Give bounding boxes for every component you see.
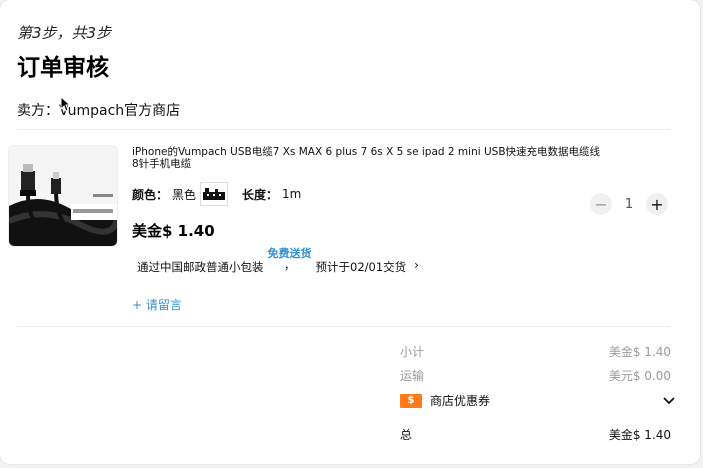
coupon-icon: $ [400, 393, 422, 408]
shipping-method: 通过中国邮政普通小包装 [137, 260, 264, 274]
chevron-down-icon[interactable] [663, 396, 675, 405]
order-review-card: 第3步，共3步 订单审核 卖方：Vumpach官方商店 iPhone的Vumpa… [0, 0, 700, 464]
product-attributes: 颜色： 黑色 长度： 1m [132, 182, 301, 206]
delivery-estimate: 预计于02/01交货 [315, 260, 407, 274]
coupon-label: 商店优惠券 [430, 394, 491, 408]
product-title[interactable]: iPhone的Vumpach USB电缆7 Xs MAX 6 plus 7 6s… [132, 146, 602, 170]
shipping-option[interactable]: 通过中国邮政普通小包装 免费送货 ， 预计于02/01交货 › [137, 248, 419, 275]
store-coupon-row[interactable]: $ 商店优惠券 [400, 392, 675, 409]
total-row: 总 美金$ 1.40 [400, 426, 671, 443]
length-value: 1m [282, 187, 302, 201]
color-swatch-thumbnail [200, 182, 229, 206]
subtotal-row: 小计 美金$ 1.40 [400, 343, 671, 360]
divider [17, 129, 670, 130]
quantity-stepper: − 1 + [590, 193, 668, 215]
color-value: 黑色 [172, 187, 197, 202]
subtotal-value: 美金$ 1.40 [608, 345, 671, 359]
product-image[interactable] [8, 145, 118, 247]
increase-quantity-button[interactable]: + [646, 193, 668, 215]
quantity-value[interactable]: 1 [612, 197, 646, 212]
decrease-quantity-button[interactable]: − [590, 193, 612, 215]
shipping-value: 美元$ 0.00 [608, 369, 671, 383]
shipping-label: 运输 [400, 369, 425, 383]
divider [17, 326, 670, 327]
add-note-link[interactable]: + 请留言 [132, 296, 182, 313]
item-price: 美金$ 1.40 [132, 222, 215, 240]
free-shipping-badge: 免费送货 ， [268, 248, 312, 272]
seller-name[interactable]: 卖方：Vumpach官方商店 [17, 100, 180, 120]
chevron-right-icon[interactable]: › [414, 258, 419, 272]
color-label: 颜色： [132, 187, 169, 202]
subtotal-label: 小计 [400, 345, 425, 359]
step-indicator: 第3步，共3步 [17, 24, 112, 42]
total-label: 总 [400, 428, 413, 442]
free-shipping-comma: ， [284, 259, 295, 272]
length-label: 长度： [242, 187, 279, 202]
shipping-row: 运输 美元$ 0.00 [400, 367, 671, 384]
page-title: 订单审核 [17, 55, 109, 81]
mouse-cursor-icon [60, 96, 72, 112]
total-value: 美金$ 1.40 [608, 428, 671, 442]
